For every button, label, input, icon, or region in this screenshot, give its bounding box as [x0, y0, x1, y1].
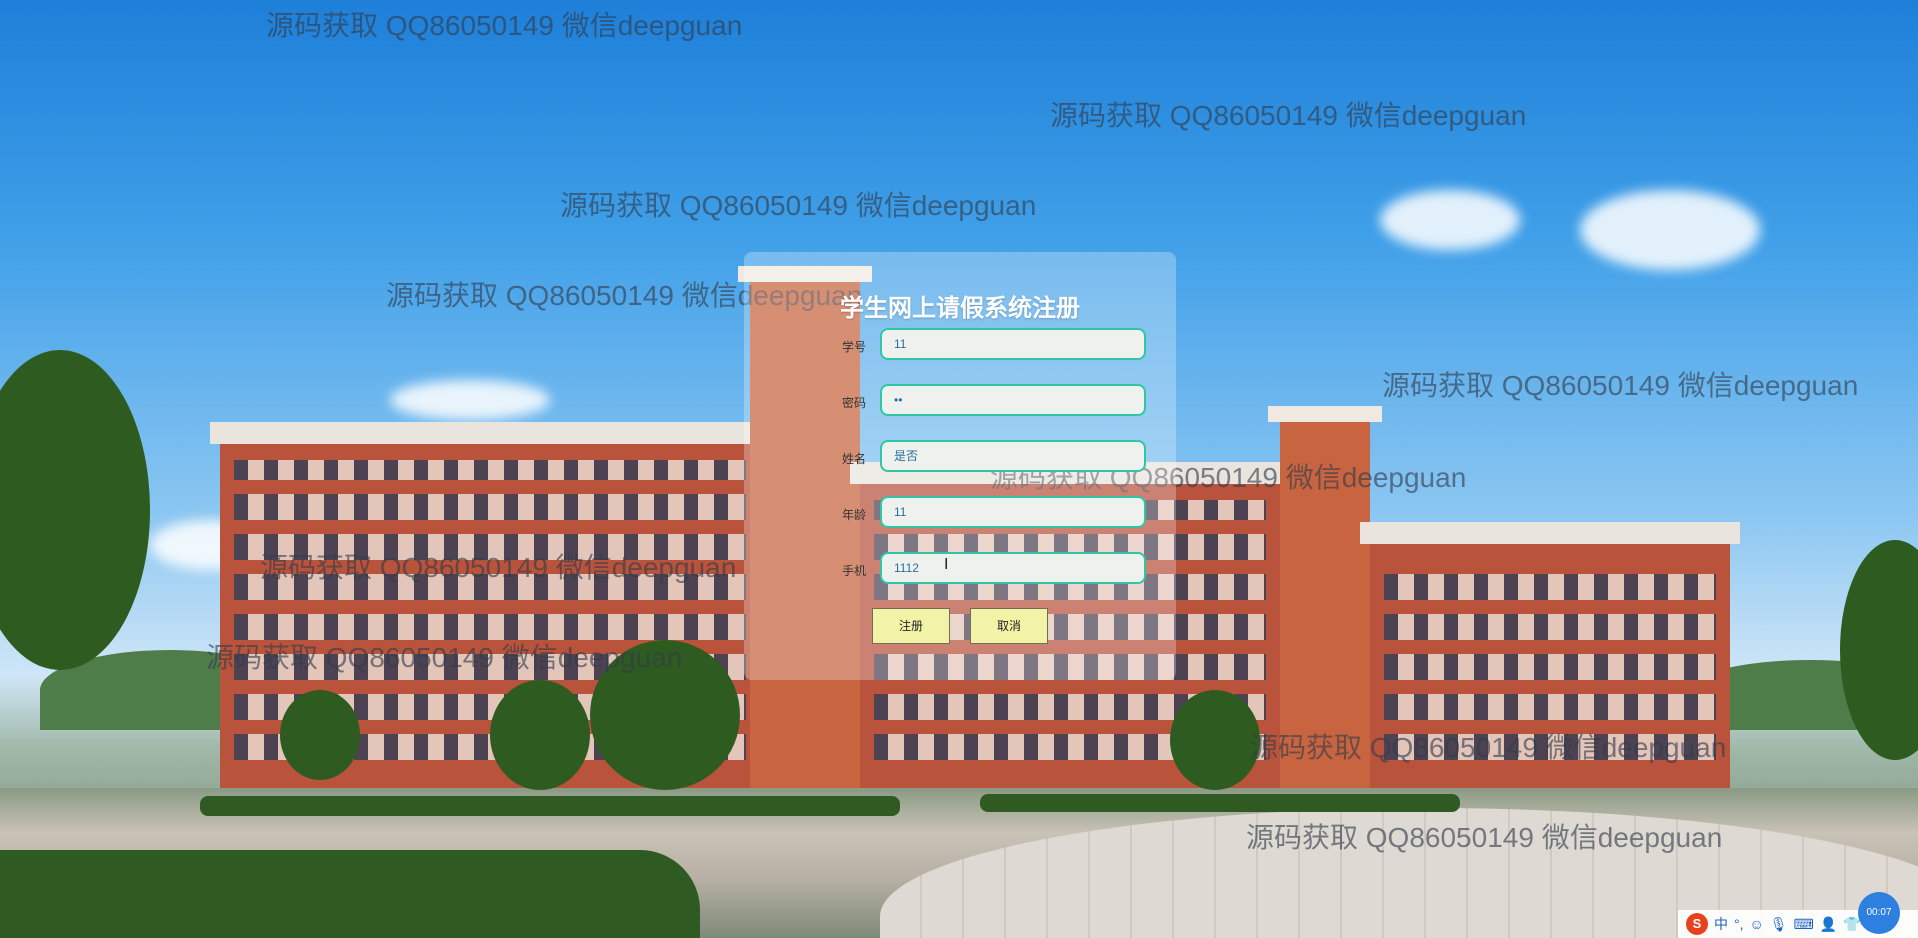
page-title: 学生网上请假系统注册 — [840, 295, 1080, 322]
tree — [490, 680, 590, 790]
name-input[interactable]: 是否 — [880, 440, 1146, 472]
watermark-text: 源码获取 QQ86050149 微信deepguan — [206, 642, 683, 673]
hedge — [0, 850, 700, 938]
form-row-password: 密码 •• — [744, 384, 1176, 420]
watermark-text: 源码获取 QQ86050149 微信deepguan — [560, 190, 1037, 221]
cancel-button[interactable]: 取消 — [970, 608, 1048, 644]
phone-input[interactable]: 1112 — [880, 552, 1146, 584]
cloud — [1380, 190, 1520, 250]
student-id-input[interactable]: 11 — [880, 328, 1146, 360]
cloud — [390, 380, 550, 420]
microphone-icon[interactable]: 🎙 — [1770, 916, 1788, 933]
student-id-label: 学号 — [842, 340, 867, 354]
hedge — [200, 796, 900, 816]
watermark-text: 源码获取 QQ86050149 微信deepguan — [1050, 100, 1527, 131]
form-row-age: 年龄 11 — [744, 496, 1176, 532]
text-cursor-icon: I — [944, 556, 949, 573]
watermark-text: 源码获取 QQ86050149 微信deepguan — [1246, 822, 1723, 853]
ime-mode-label[interactable]: 中 — [1714, 914, 1728, 934]
watermark-text: 源码获取 QQ86050149 微信deepguan — [1382, 370, 1859, 401]
watermark-text: 源码获取 QQ86050149 微信deepguan — [260, 552, 737, 583]
tree — [0, 350, 150, 670]
name-label: 姓名 — [842, 452, 867, 466]
password-input[interactable]: •• — [880, 384, 1146, 416]
emoji-icon[interactable]: ☺ — [1750, 916, 1764, 932]
password-label: 密码 — [842, 396, 867, 410]
tree — [280, 690, 360, 780]
phone-label: 手机 — [842, 564, 867, 578]
tree — [1170, 690, 1260, 790]
form-row-name: 姓名 是否 — [744, 440, 1176, 476]
hedge — [980, 794, 1460, 812]
age-label: 年龄 — [842, 508, 867, 522]
watermark-text: 源码获取 QQ86050149 微信deepguan — [266, 10, 743, 41]
punctuation-icon[interactable]: °, — [1734, 916, 1744, 932]
cloud — [1580, 190, 1760, 270]
keyboard-icon[interactable]: ⌨ — [1794, 916, 1814, 933]
register-button[interactable]: 注册 — [872, 608, 950, 644]
sogou-ime-icon[interactable]: S — [1686, 913, 1708, 935]
recording-timer[interactable]: 00:07 — [1858, 892, 1900, 934]
form-row-phone: 手机 1112 — [744, 552, 1176, 588]
user-icon[interactable]: 👤 — [1820, 916, 1837, 933]
watermark-text: 源码获取 QQ86050149 微信deepguan — [1250, 732, 1727, 763]
age-input[interactable]: 11 — [880, 496, 1146, 528]
form-row-student-id: 学号 11 — [744, 328, 1176, 364]
register-panel: 学生网上请假系统注册 学号 11 密码 •• 姓名 是否 年龄 11 手机 11… — [744, 252, 1176, 680]
